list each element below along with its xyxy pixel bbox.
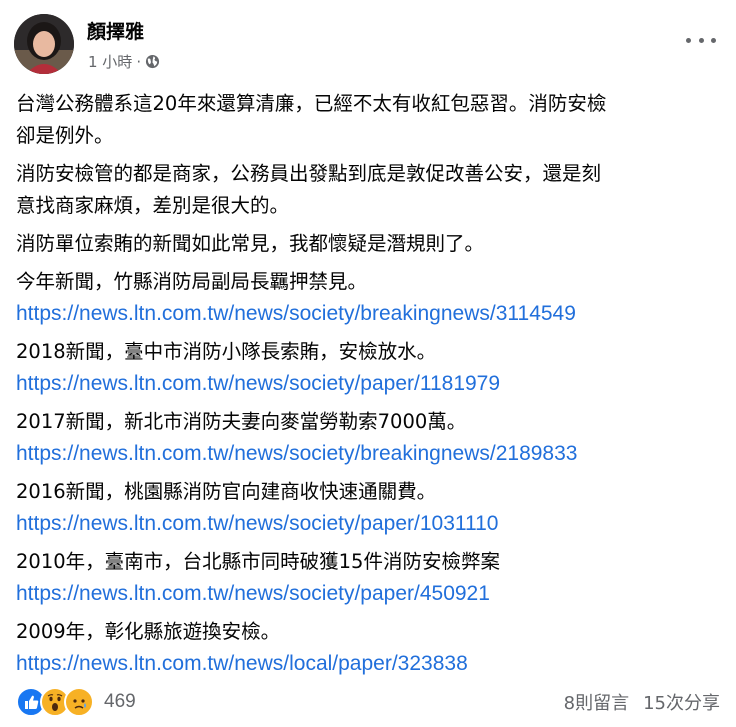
reaction-count: 469 [104, 691, 136, 712]
news-headline: 2017新聞，新北市消防夫妻向麥當勞勒索7000萬。 [16, 410, 467, 433]
more-options-button[interactable] [686, 30, 716, 50]
news-link[interactable]: https://news.ltn.com.tw/news/society/bre… [16, 438, 726, 470]
news-link[interactable]: https://news.ltn.com.tw/news/society/bre… [16, 298, 726, 330]
news-link[interactable]: https://news.ltn.com.tw/news/society/pap… [16, 368, 726, 400]
shares-count[interactable]: 15次分享 [643, 689, 720, 715]
news-item: 今年新聞，竹縣消防局副局長羈押禁見。 https://news.ltn.com.… [16, 266, 726, 330]
news-item: 2016新聞，桃園縣消防官向建商收快速通關費。 https://news.ltn… [16, 476, 726, 540]
post-footer: 469 8則留言 15次分享 [16, 686, 720, 718]
paragraph: 消防單位索賄的新聞如此常見，我都懷疑是潛規則了。 [16, 228, 726, 260]
news-headline: 2009年，彰化縣旅遊換安檢。 [16, 620, 281, 643]
news-link[interactable]: https://news.ltn.com.tw/news/society/pap… [16, 578, 726, 610]
dot-icon [698, 37, 704, 43]
avatar-image [14, 14, 74, 74]
reactions[interactable]: 469 [16, 687, 136, 717]
paragraph: 消防安檢管的都是商家，公務員出發點到底是敦促改善公安，還是刻 意找商家麻煩，差別… [16, 158, 726, 222]
news-headline: 今年新聞，竹縣消防局副局長羈押禁見。 [16, 270, 368, 293]
news-headline: 2010年，臺南市，台北縣市同時破獲15件消防安檢弊案 [16, 550, 500, 573]
news-link[interactable]: https://news.ltn.com.tw/news/society/pap… [16, 508, 726, 540]
paragraph-line: 消防安檢管的都是商家，公務員出發點到底是敦促改善公安，還是刻 [16, 162, 602, 185]
news-item: 2017新聞，新北市消防夫妻向麥當勞勒索7000萬。 https://news.… [16, 406, 726, 470]
news-link[interactable]: https://news.ltn.com.tw/news/local/paper… [16, 648, 726, 680]
news-item: 2018新聞，臺中市消防小隊長索賄，安檢放水。 https://news.ltn… [16, 336, 726, 400]
dot-icon [711, 37, 716, 43]
paragraph: 台灣公務體系這20年來還算清廉，已經不太有收紅包惡習。消防安檢 卻是例外。 [16, 88, 726, 152]
paragraph-line: 台灣公務體系這20年來還算清廉，已經不太有收紅包惡習。消防安檢 [16, 92, 607, 115]
post-meta: 1 小時 · [88, 51, 160, 72]
sad-icon [64, 687, 94, 717]
post-stats: 8則留言 15次分享 [564, 689, 720, 715]
post-content: 台灣公務體系這20年來還算清廉，已經不太有收紅包惡習。消防安檢 卻是例外。 消防… [16, 88, 726, 686]
news-item: 2010年，臺南市，台北縣市同時破獲15件消防安檢弊案 https://news… [16, 546, 726, 610]
paragraph-line: 消防單位索賄的新聞如此常見，我都懷疑是潛規則了。 [16, 232, 485, 255]
meta-separator: · [136, 52, 142, 71]
comments-count[interactable]: 8則留言 [564, 689, 629, 715]
news-headline: 2016新聞，桃園縣消防官向建商收快速通關費。 [16, 480, 437, 503]
paragraph-line: 卻是例外。 [16, 124, 114, 147]
post-time[interactable]: 1 小時 [88, 51, 132, 72]
globe-icon [145, 54, 160, 69]
paragraph-line: 意找商家麻煩，差別是很大的。 [16, 194, 290, 217]
author-avatar[interactable] [14, 14, 74, 74]
author-name[interactable]: 顏擇雅 [87, 17, 144, 44]
dot-icon [686, 37, 691, 43]
news-headline: 2018新聞，臺中市消防小隊長索賄，安檢放水。 [16, 340, 437, 363]
news-item: 2009年，彰化縣旅遊換安檢。 https://news.ltn.com.tw/… [16, 616, 726, 680]
